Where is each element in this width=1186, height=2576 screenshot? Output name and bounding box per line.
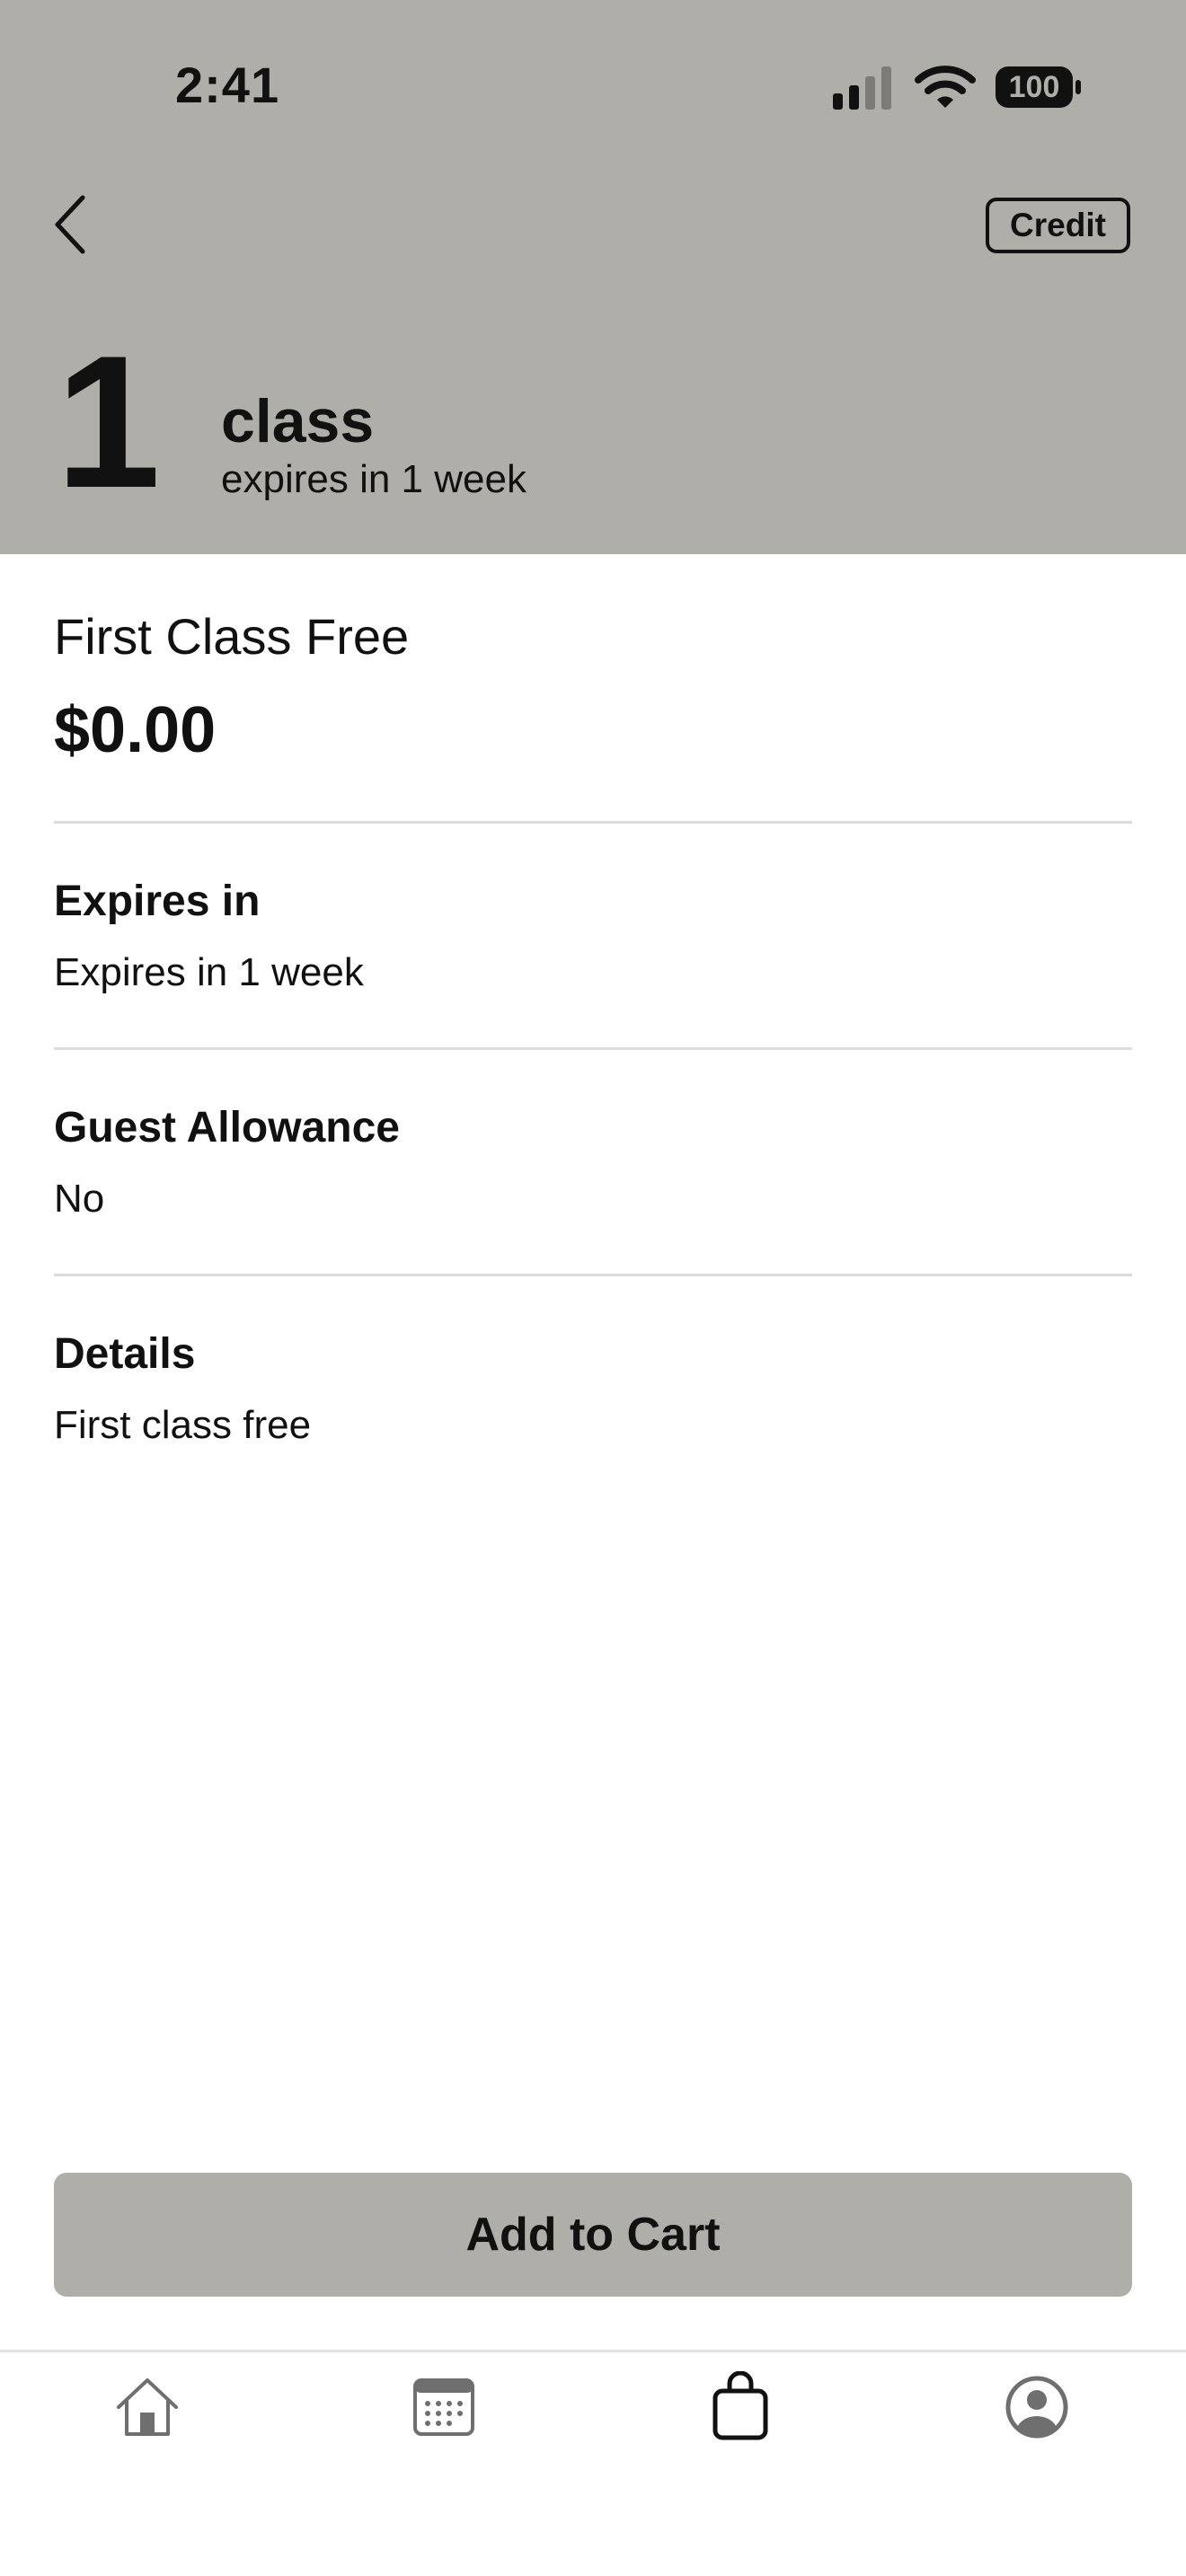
guest-allowance-label: Guest Allowance	[54, 1104, 400, 1151]
shopping-bag-icon	[712, 2371, 768, 2440]
product-name: First Class Free	[54, 608, 410, 665]
status-time: 2:41	[175, 57, 280, 113]
divider	[54, 821, 1132, 824]
profile-icon	[1005, 2376, 1068, 2439]
divider	[54, 1274, 1132, 1276]
class-pack-detail-screen: 2:41 100 Credit 1 class expires in 1 wee…	[0, 0, 1186, 2576]
add-to-cart-button[interactable]: Add to Cart	[54, 2173, 1132, 2297]
tab-shop[interactable]	[701, 2368, 780, 2447]
tab-home[interactable]	[108, 2368, 187, 2447]
details-value: First class free	[54, 1403, 312, 1447]
tab-bar-divider	[0, 2350, 1186, 2352]
calendar-icon	[413, 2378, 474, 2436]
home-icon	[117, 2378, 178, 2436]
battery-level: 100	[1008, 69, 1060, 104]
guest-allowance-value: No	[54, 1177, 105, 1221]
product-price: $0.00	[54, 694, 217, 766]
expires-in-label: Expires in	[54, 878, 261, 925]
credit-badge: Credit	[986, 198, 1130, 253]
wifi-icon	[915, 66, 976, 108]
class-count: 1	[56, 316, 161, 527]
tab-profile[interactable]	[997, 2368, 1076, 2447]
tab-schedule[interactable]	[404, 2368, 483, 2447]
class-expiry: expires in 1 week	[221, 457, 527, 501]
class-unit: class	[221, 387, 375, 455]
expires-in-value: Expires in 1 week	[54, 950, 364, 994]
details-label: Details	[54, 1330, 196, 1378]
header: 2:41 100 Credit 1 class expires in 1 wee…	[0, 0, 1186, 554]
back-chevron-icon[interactable]	[47, 190, 97, 259]
divider	[54, 1047, 1132, 1050]
cellular-signal-icon	[833, 66, 891, 110]
